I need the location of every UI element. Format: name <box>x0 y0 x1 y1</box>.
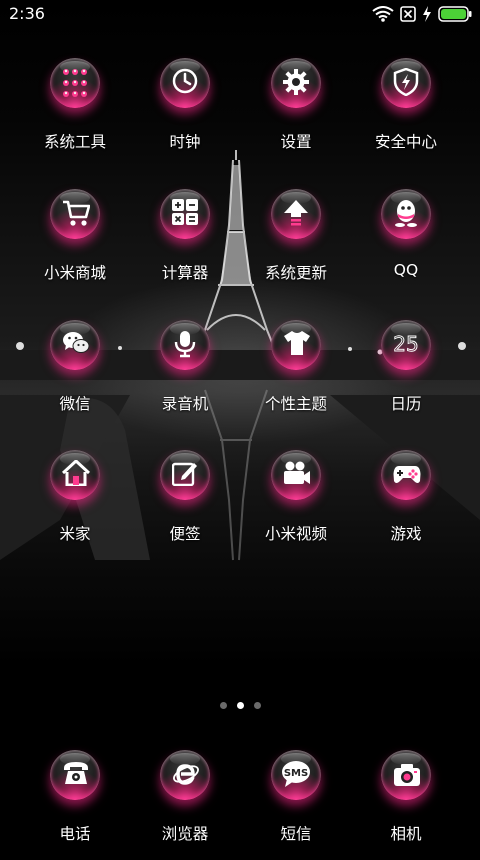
dock-browser[interactable]: 浏览器 <box>125 750 245 860</box>
status-time: 2:36 <box>9 4 45 23</box>
arrow-up-icon <box>284 200 308 226</box>
app-icon-bubble <box>381 189 431 239</box>
page-indicator[interactable] <box>0 700 480 712</box>
svg-text:25: 25 <box>393 332 418 356</box>
page-dot-1[interactable] <box>219 702 227 709</box>
cart-icon <box>63 200 90 226</box>
gamepad-icon <box>393 466 421 483</box>
app-label: 系统工具 <box>43 133 106 151</box>
app-icon-bubble <box>160 58 210 108</box>
app-icon-bubble <box>381 450 431 500</box>
app-label: 相机 <box>390 825 422 843</box>
app-label: 设置 <box>280 133 312 151</box>
app-label: 个性主题 <box>264 395 327 413</box>
sim-off-icon <box>400 6 416 22</box>
clock-icon <box>172 68 198 94</box>
app-icon-bubble <box>271 450 321 500</box>
penguin-icon <box>395 200 417 227</box>
dock-phone[interactable]: 电话 <box>15 750 135 860</box>
camera-icon <box>394 764 420 786</box>
app-label: 时钟 <box>169 133 201 151</box>
microphone-icon <box>174 331 196 358</box>
home-icon <box>62 460 90 486</box>
app-label: 小米商城 <box>43 264 106 282</box>
chat-icon <box>63 332 90 353</box>
app-icon-bubble <box>381 58 431 108</box>
app-label: QQ <box>393 261 419 279</box>
app-label: 安全中心 <box>374 133 437 151</box>
status-bar: 2:36 <box>0 0 480 28</box>
app-label: 小米视频 <box>264 525 327 543</box>
app-icon-bubble <box>50 320 100 370</box>
app-games[interactable]: 游戏 <box>346 450 466 560</box>
app-security-center[interactable]: 安全中心 <box>346 58 466 168</box>
calculator-icon <box>172 199 198 225</box>
app-icon-bubble <box>160 750 210 800</box>
app-system-update[interactable]: 系统更新 <box>236 189 356 299</box>
video-camera-icon <box>284 461 310 484</box>
app-calculator[interactable]: 计算器 <box>125 189 245 299</box>
page-dot-2[interactable] <box>236 702 244 709</box>
browser-icon <box>173 764 199 785</box>
phone-icon <box>64 762 88 784</box>
app-label: 游戏 <box>390 525 422 543</box>
app-icon-bubble <box>160 450 210 500</box>
app-icon-bubble <box>271 58 321 108</box>
app-icon-bubble: 25 <box>381 320 431 370</box>
battery-icon <box>438 6 472 22</box>
app-notes[interactable]: 便签 <box>125 450 245 560</box>
app-icon-bubble <box>50 750 100 800</box>
charging-icon <box>423 6 431 22</box>
app-label: 米家 <box>59 525 91 543</box>
app-label: 系统更新 <box>264 264 327 282</box>
app-qq[interactable]: QQ <box>346 189 466 299</box>
app-label: 日历 <box>390 395 422 413</box>
app-label: 计算器 <box>161 264 209 282</box>
app-icon-bubble <box>381 750 431 800</box>
app-label: 短信 <box>280 825 312 843</box>
app-icon-bubble <box>50 58 100 108</box>
wifi-icon <box>372 6 394 22</box>
app-calendar[interactable]: 25 日历 <box>346 320 466 430</box>
app-label: 浏览器 <box>161 825 209 843</box>
app-mi-store[interactable]: 小米商城 <box>15 189 135 299</box>
shield-icon <box>393 68 419 96</box>
app-label: 电话 <box>59 825 91 843</box>
app-label: 微信 <box>59 395 91 413</box>
app-recorder[interactable]: 录音机 <box>125 320 245 430</box>
app-icon-bubble <box>50 450 100 500</box>
tshirt-icon <box>284 331 310 355</box>
app-wechat[interactable]: 微信 <box>15 320 135 430</box>
sms-icon: SMS <box>282 761 310 787</box>
gear-icon <box>283 69 309 95</box>
app-themes[interactable]: 个性主题 <box>236 320 356 430</box>
app-clock[interactable]: 时钟 <box>125 58 245 168</box>
page-dot-3[interactable] <box>253 702 261 709</box>
svg-text:SMS: SMS <box>284 768 308 779</box>
app-icon-bubble: SMS <box>271 750 321 800</box>
app-icon-bubble <box>160 320 210 370</box>
app-icon-bubble <box>271 189 321 239</box>
app-icon-bubble <box>271 320 321 370</box>
app-label: 录音机 <box>161 395 209 413</box>
status-icons <box>372 4 472 24</box>
folder-grid-icon <box>63 69 87 97</box>
app-mi-home[interactable]: 米家 <box>15 450 135 560</box>
note-icon <box>172 462 197 486</box>
app-system-tools[interactable]: 系统工具 <box>15 58 135 168</box>
app-settings[interactable]: 设置 <box>236 58 356 168</box>
dock-sms[interactable]: SMS 短信 <box>236 750 356 860</box>
calendar-icon: 25 <box>393 332 419 357</box>
app-mi-video[interactable]: 小米视频 <box>236 450 356 560</box>
app-label: 便签 <box>169 525 201 543</box>
app-icon-bubble <box>160 189 210 239</box>
dock-camera[interactable]: 相机 <box>346 750 466 860</box>
app-icon-bubble <box>50 189 100 239</box>
